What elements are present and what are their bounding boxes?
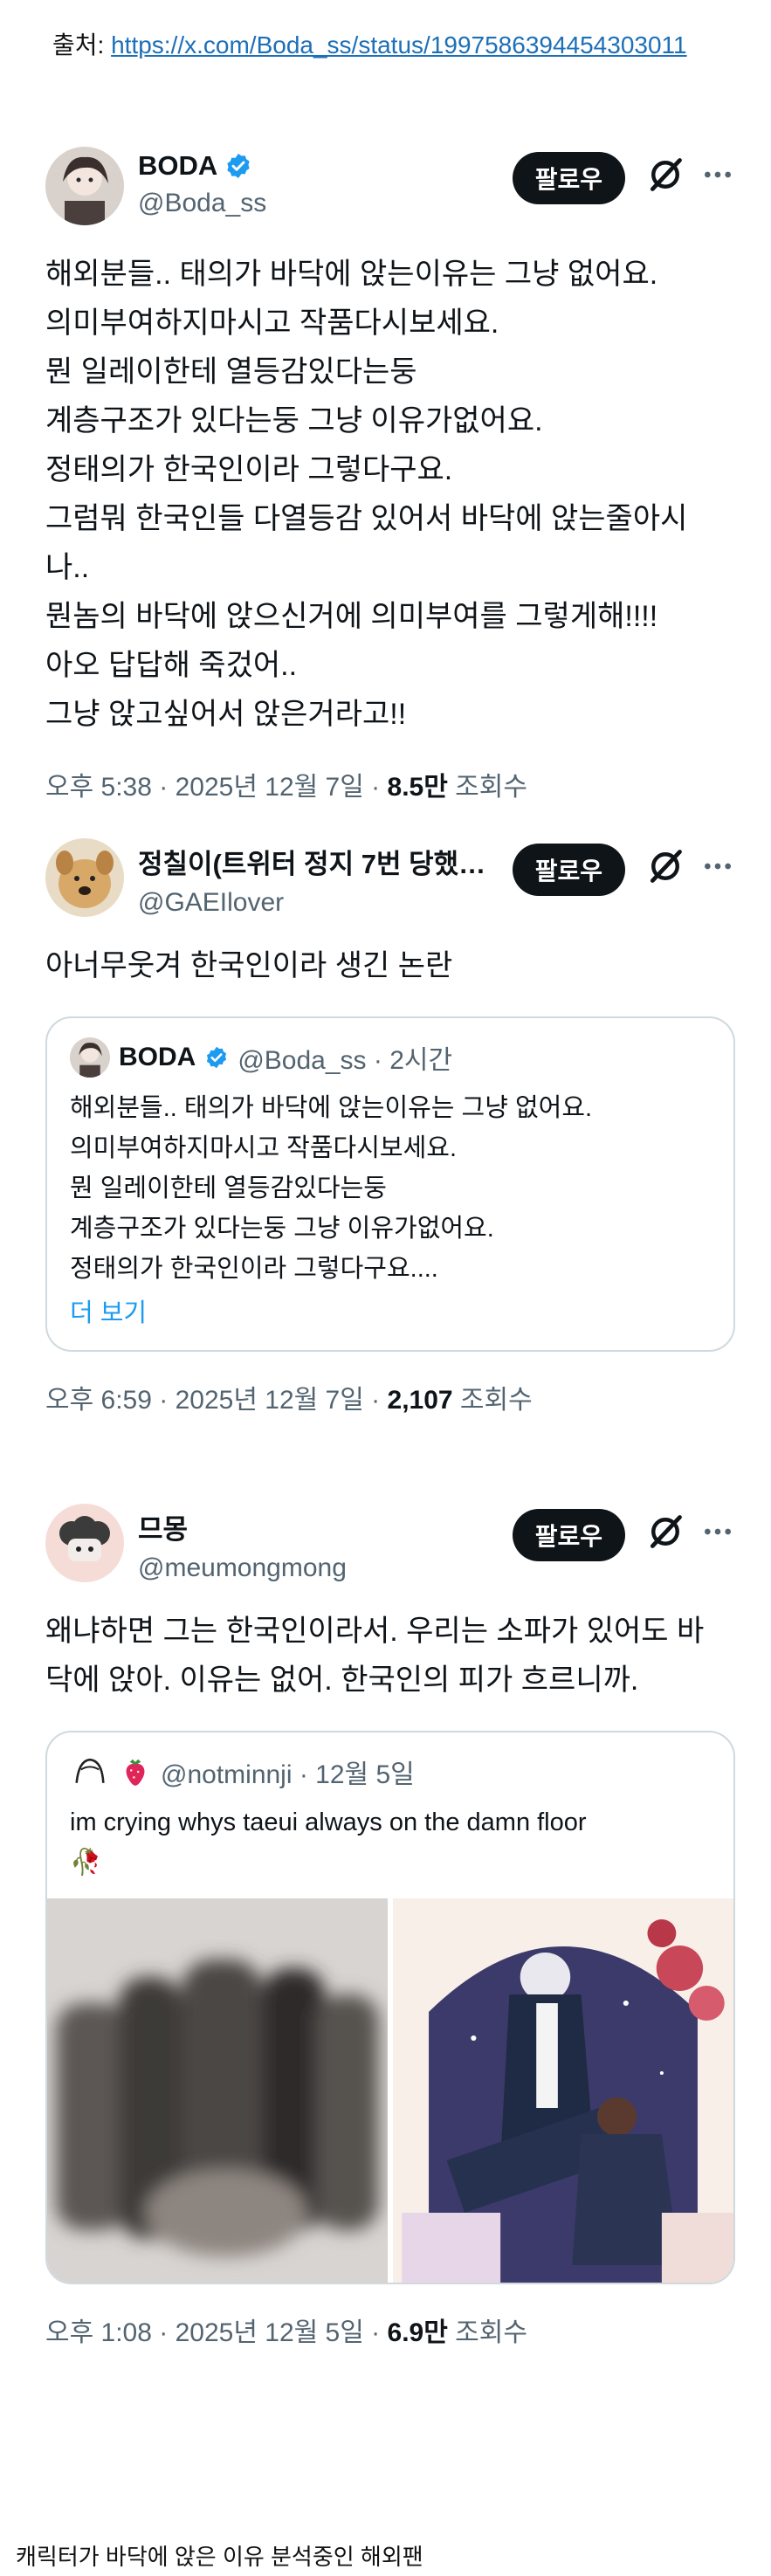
page-caption: 캐릭터가 바닥에 앉은 이유 분석중인 해외팬 <box>16 2544 423 2570</box>
more-options-icon[interactable] <box>700 157 735 192</box>
source-label: 출처: <box>52 31 112 59</box>
strawberry-icon <box>126 1759 145 1786</box>
quote-avatar <box>70 1037 110 1078</box>
quote-avatar <box>70 1752 110 1792</box>
display-name-text: 므몽 <box>138 1514 189 1545</box>
more-options-icon[interactable] <box>700 1514 735 1549</box>
handle[interactable]: @GAEIlover <box>138 888 485 918</box>
view-label: 조회수 <box>447 2318 527 2347</box>
source-link[interactable]: https://x.com/Boda_ss/status/19975863944… <box>111 31 687 59</box>
quote-text: 해외분들.. 태의가 바닥에 앉는이유는 그냥 없어요. 의미부여하지마시고 작… <box>70 1094 593 1283</box>
display-name-text: 정칠이(트위터 정지 7번 당했… <box>138 849 486 879</box>
grok-icon[interactable] <box>646 155 685 194</box>
quote-header: BODA @Boda_ss · 2시간 <box>47 1018 733 1078</box>
view-count: 8.5만 <box>387 773 448 802</box>
quote-text: im crying whys taeui always on the damn … <box>70 1808 587 1877</box>
display-name-text: BODA <box>138 150 218 181</box>
quote-header: @notminnji · 12월 5일 <box>47 1732 733 1792</box>
quote-name: BODA <box>119 1043 196 1071</box>
view-label: 조회수 <box>447 773 527 802</box>
handle[interactable]: @meumongmong <box>138 1553 347 1583</box>
name-block: 므몽 @meumongmong <box>138 1507 347 1583</box>
grok-icon[interactable] <box>646 847 685 885</box>
quote-media <box>47 1898 733 2283</box>
quote-handle: @Boda_ss · 2시간 <box>237 1046 453 1075</box>
view-count: 6.9만 <box>387 2318 448 2347</box>
tweet-header: 므몽 @meumongmong 팔로우 <box>45 1504 735 1588</box>
grok-icon[interactable] <box>646 1512 685 1551</box>
handle[interactable]: @Boda_ss <box>138 189 266 218</box>
view-label: 조회수 <box>452 1386 533 1415</box>
tweet-meta: 오후 6:59 · 2025년 12월 7일 · 2,107 조회수 <box>45 1378 735 1416</box>
quoted-tweet[interactable]: BODA @Boda_ss · 2시간 해외분들.. 태의가 바닥에 앉는이유는… <box>45 1016 735 1352</box>
tweet-text: 아너무웃겨 한국인이라 생긴 논란 <box>45 949 453 982</box>
quoted-tweet[interactable]: @notminnji · 12월 5일 im crying whys taeui… <box>45 1731 735 2284</box>
tweet-1: BODA @Boda_ss 팔로우 해외분들.. 태의가 바닥에 앉는이유는 그… <box>45 147 735 803</box>
name-block: 정칠이(트위터 정지 7번 당했… @GAEIlover <box>138 842 485 918</box>
tweet-2: 정칠이(트위터 정지 7번 당했… @GAEIlover 팔로우 아너무웃겨 한… <box>45 838 735 1416</box>
tweet-text: 왜냐하면 그는 한국인이라서. 우리는 소파가 있어도 바 닥에 앉아. 이유는… <box>45 1615 705 1697</box>
tweet-3: 므몽 @meumongmong 팔로우 왜냐하면 그는 한국인이라서. 우리는 … <box>45 1504 735 2349</box>
follow-button[interactable]: 팔로우 <box>512 1509 625 1561</box>
quote-handle: @notminnji · 12월 5일 <box>161 1760 415 1789</box>
illustration-image[interactable] <box>393 1898 733 2283</box>
timestamp[interactable]: 오후 1:08 · 2025년 12월 5일 · <box>45 2318 388 2347</box>
blurred-image[interactable] <box>47 1898 388 2283</box>
tweet-text: 해외분들.. 태의가 바닥에 앉는이유는 그냥 없어요. 의미부여하지마시고 작… <box>45 258 688 731</box>
avatar[interactable] <box>45 838 124 917</box>
display-name[interactable]: 므몽 <box>138 1507 188 1546</box>
show-more-link[interactable]: 더 보기 <box>47 1289 733 1350</box>
tweet-header: 정칠이(트위터 정지 7번 당했… @GAEIlover 팔로우 <box>45 838 735 922</box>
more-options-icon[interactable] <box>700 849 735 884</box>
display-name[interactable]: 정칠이(트위터 정지 7번 당했… <box>138 842 485 881</box>
view-count: 2,107 <box>387 1386 453 1415</box>
tweet-header: BODA @Boda_ss 팔로우 <box>45 147 735 231</box>
display-name[interactable]: BODA <box>138 150 252 182</box>
source-line: 출처: https://x.com/Boda_ss/status/1997586… <box>52 26 687 61</box>
verified-badge-icon <box>227 154 250 178</box>
tweet-meta: 오후 1:08 · 2025년 12월 5일 · 6.9만 조회수 <box>45 2311 735 2349</box>
name-block: BODA @Boda_ss <box>138 150 266 218</box>
verified-badge-icon <box>207 1046 227 1069</box>
follow-button[interactable]: 팔로우 <box>512 152 625 204</box>
follow-button[interactable]: 팔로우 <box>512 844 625 896</box>
timestamp[interactable]: 오후 6:59 · 2025년 12월 7일 · <box>45 1386 388 1415</box>
timestamp[interactable]: 오후 5:38 · 2025년 12월 7일 · <box>45 773 388 802</box>
avatar[interactable] <box>45 1504 124 1582</box>
avatar[interactable] <box>45 147 124 225</box>
tweet-meta: 오후 5:38 · 2025년 12월 7일 · 8.5만 조회수 <box>45 765 735 803</box>
